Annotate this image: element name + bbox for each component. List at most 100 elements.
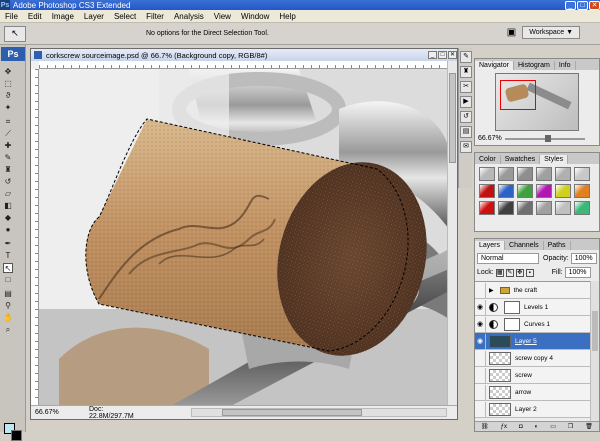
fill-field[interactable]: 100%: [564, 267, 591, 278]
zoom-level-field[interactable]: 66.67%: [31, 409, 63, 416]
new-group-icon[interactable]: ▭: [550, 423, 556, 430]
visibility-eye-icon[interactable]: [475, 367, 486, 383]
style-swatch[interactable]: [498, 167, 514, 181]
move-tool-icon[interactable]: ✥: [3, 67, 13, 77]
lock-all-icon[interactable]: ▪: [525, 268, 534, 277]
menu-filter[interactable]: Filter: [141, 12, 169, 21]
history-panel-icon[interactable]: ↺: [460, 111, 472, 123]
clone-stamp-icon[interactable]: ♜: [3, 165, 13, 175]
style-swatch[interactable]: [536, 184, 552, 198]
brushes-panel-icon[interactable]: ✎: [460, 51, 472, 63]
eraser-tool-icon[interactable]: ▱: [3, 189, 13, 199]
shape-tool-icon[interactable]: □: [3, 275, 13, 285]
menu-image[interactable]: Image: [47, 12, 79, 21]
style-swatch[interactable]: [479, 167, 495, 181]
slice-tool-icon[interactable]: ⟋: [3, 129, 13, 139]
menu-select[interactable]: Select: [109, 12, 141, 21]
tab-info[interactable]: Info: [555, 61, 576, 70]
layer-style-icon[interactable]: ƒx: [501, 424, 507, 430]
path-selection-tool-icon[interactable]: ↖: [3, 263, 13, 273]
style-swatch[interactable]: [555, 184, 571, 198]
visibility-eye-icon[interactable]: [475, 384, 486, 400]
pen-tool-icon[interactable]: ✒: [3, 239, 13, 249]
style-swatch[interactable]: [517, 201, 533, 215]
zoom-tool-icon[interactable]: ⌕: [3, 325, 13, 335]
horizontal-scroll-thumb[interactable]: [222, 409, 362, 416]
layer-comps-panel-icon[interactable]: ▤: [460, 126, 472, 138]
lock-transparency-icon[interactable]: ▦: [495, 268, 504, 277]
layer-row-curves-1[interactable]: ◉ Curves 1: [475, 316, 591, 333]
layer-mask-thumbnail[interactable]: [504, 317, 520, 331]
layers-scrollbar[interactable]: [590, 281, 599, 423]
visibility-eye-icon[interactable]: [475, 350, 486, 366]
visibility-eye-icon[interactable]: [475, 401, 486, 417]
navigator-view-box[interactable]: [500, 80, 536, 110]
dodge-tool-icon[interactable]: ●: [3, 225, 13, 235]
layer-thumbnail[interactable]: [489, 334, 511, 348]
menu-view[interactable]: View: [209, 12, 236, 21]
notes-panel-icon[interactable]: ✉: [460, 141, 472, 153]
doc-minimize-button[interactable]: _: [428, 51, 437, 59]
style-swatch[interactable]: [517, 167, 533, 181]
layer-row-layer-2[interactable]: Layer 2: [475, 401, 591, 418]
magic-wand-tool-icon[interactable]: ✦: [3, 103, 13, 113]
doc-maximize-button[interactable]: □: [438, 51, 447, 59]
notes-tool-icon[interactable]: ▤: [3, 289, 13, 299]
layer-thumbnail[interactable]: [489, 402, 511, 416]
vertical-scrollbar[interactable]: [447, 61, 457, 407]
blend-mode-select[interactable]: Normal: [477, 253, 539, 264]
style-swatch[interactable]: [574, 184, 590, 198]
menu-edit[interactable]: Edit: [23, 12, 47, 21]
lasso-tool-icon[interactable]: ϑ: [3, 91, 13, 101]
tab-paths[interactable]: Paths: [544, 241, 571, 250]
eyedropper-tool-icon[interactable]: ⚲: [3, 301, 13, 311]
menu-help[interactable]: Help: [274, 12, 300, 21]
close-button[interactable]: ✕: [589, 0, 600, 10]
tab-layers[interactable]: Layers: [475, 241, 506, 250]
style-swatch[interactable]: [555, 201, 571, 215]
healing-brush-icon[interactable]: ✚: [3, 141, 13, 151]
style-swatch[interactable]: [555, 167, 571, 181]
style-swatch[interactable]: [574, 167, 590, 181]
clone-source-panel-icon[interactable]: ♜: [460, 66, 472, 78]
visibility-eye-icon[interactable]: ◉: [475, 333, 486, 349]
horizontal-scrollbar[interactable]: [191, 408, 447, 417]
gradient-tool-icon[interactable]: ◧: [3, 201, 13, 211]
menu-layer[interactable]: Layer: [79, 12, 109, 21]
actions-panel-icon[interactable]: ▶: [460, 96, 472, 108]
style-swatch[interactable]: [498, 184, 514, 198]
marquee-tool-icon[interactable]: ⬚: [3, 79, 13, 89]
layers-scroll-thumb[interactable]: [592, 311, 598, 351]
menu-file[interactable]: File: [0, 12, 23, 21]
navigator-zoom-knob[interactable]: [545, 135, 551, 142]
style-swatch[interactable]: [517, 184, 533, 198]
expand-triangle-icon[interactable]: ▶: [489, 287, 494, 294]
navigator-preview[interactable]: [495, 73, 579, 131]
type-tool-icon[interactable]: T: [3, 251, 13, 261]
direct-selection-tool-icon[interactable]: ↖: [4, 25, 26, 42]
tab-channels[interactable]: Channels: [505, 241, 544, 250]
minimize-button[interactable]: _: [565, 0, 576, 10]
bridge-icon[interactable]: ▣: [507, 27, 516, 38]
lock-pixels-icon[interactable]: ✎: [505, 268, 514, 277]
layer-thumbnail[interactable]: [489, 385, 511, 399]
navigator-zoom-slider[interactable]: [505, 135, 585, 142]
tab-styles[interactable]: Styles: [540, 155, 569, 164]
layer-row-screw[interactable]: screw: [475, 367, 591, 384]
vertical-scroll-thumb[interactable]: [449, 73, 456, 163]
menu-analysis[interactable]: Analysis: [169, 12, 209, 21]
style-swatch[interactable]: [479, 184, 495, 198]
doc-close-button[interactable]: ✕: [448, 51, 457, 59]
style-swatch[interactable]: [536, 167, 552, 181]
add-mask-icon[interactable]: ◘: [519, 424, 523, 430]
crop-tool-icon[interactable]: ⌗: [3, 117, 13, 127]
style-swatch[interactable]: [498, 201, 514, 215]
layer-thumbnail[interactable]: [489, 368, 511, 382]
style-swatch[interactable]: [536, 201, 552, 215]
navigator-zoom-field[interactable]: 66.67%: [478, 135, 502, 142]
layer-thumbnail[interactable]: [489, 351, 511, 365]
history-brush-icon[interactable]: ↺: [3, 177, 13, 187]
layer-row-layer-5[interactable]: ◉ Layer 5: [475, 333, 591, 350]
opacity-field[interactable]: 100%: [570, 253, 597, 264]
tab-swatches[interactable]: Swatches: [501, 155, 541, 164]
